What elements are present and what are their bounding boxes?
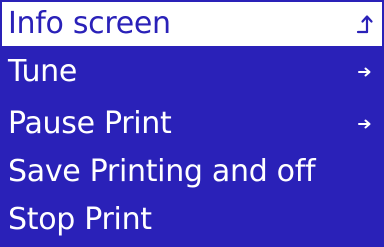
submenu-arrow-icon	[354, 100, 376, 148]
menu-item-stop-print[interactable]: Stop Print	[0, 196, 384, 244]
menu-item-pause-print[interactable]: Pause Print	[0, 100, 384, 148]
menu-item-label: Tune	[8, 54, 78, 89]
menu-item-label: Info screen	[8, 6, 171, 41]
menu-item-label: Save Printing and off	[8, 154, 316, 189]
menu-item-label: Pause Print	[8, 106, 172, 141]
submenu-arrow-icon	[354, 48, 376, 96]
menu-item-tune[interactable]: Tune	[0, 48, 384, 96]
back-arrow-icon	[354, 2, 376, 46]
menu-item-save-printing-and-off[interactable]: Save Printing and off	[0, 148, 384, 196]
menu-item-info-screen[interactable]: Info screen	[0, 0, 384, 48]
printer-menu-screen: Info screen Tune Pause Print Save Printi…	[0, 0, 384, 247]
menu-item-label: Stop Print	[8, 202, 152, 237]
